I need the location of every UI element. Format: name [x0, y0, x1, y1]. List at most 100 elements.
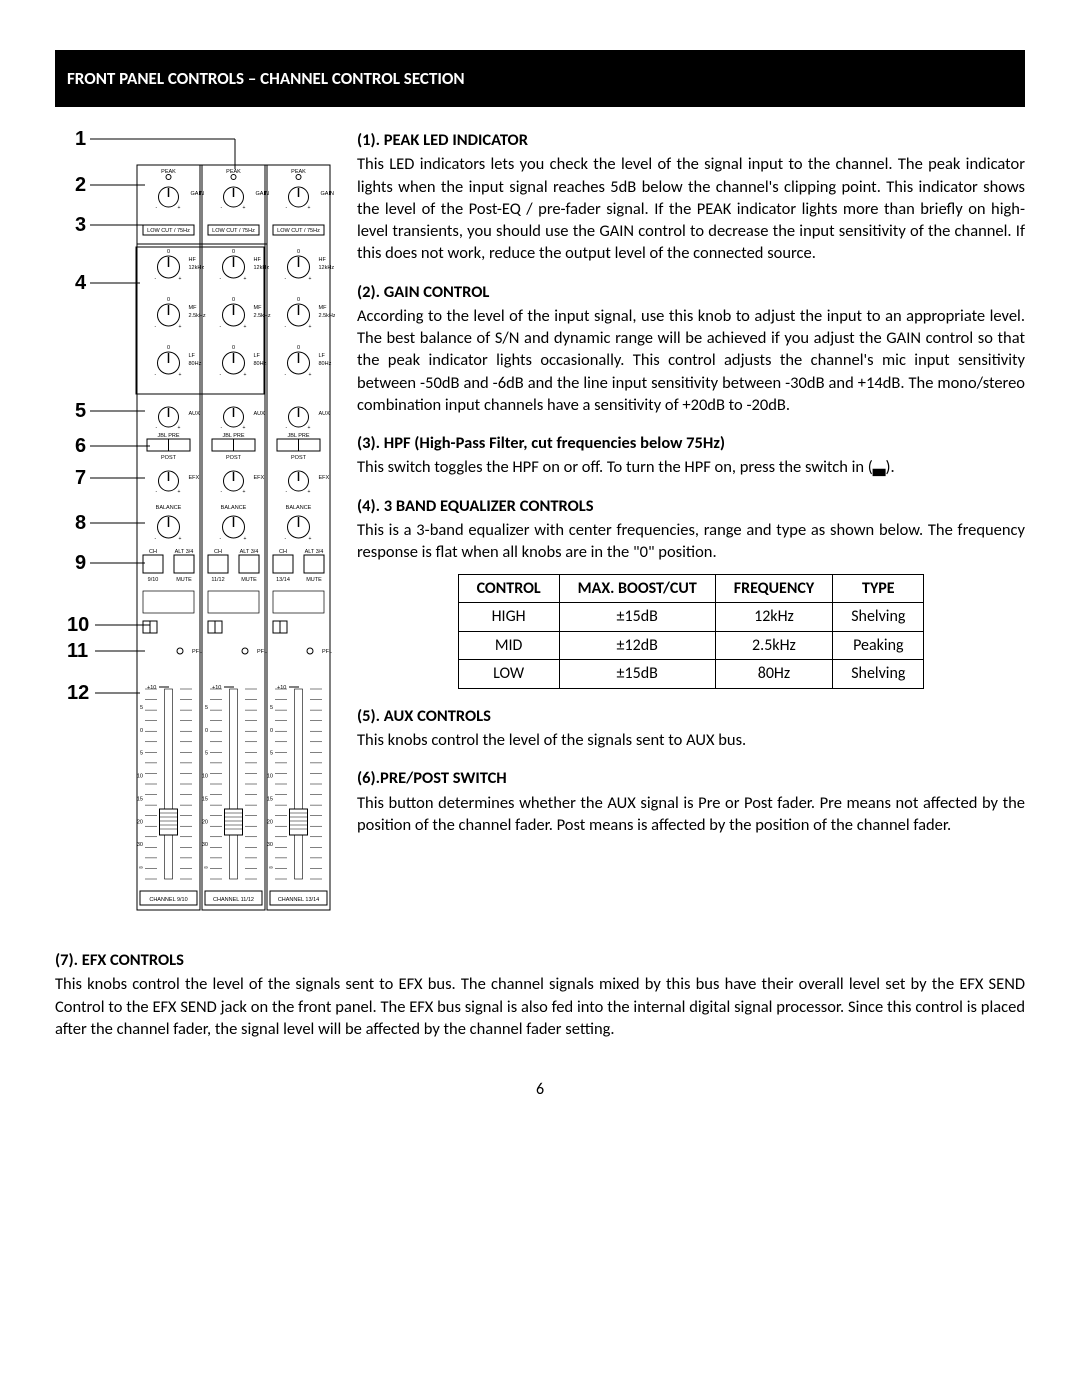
svg-text:+: +: [179, 324, 182, 330]
svg-text:LOW CUT / 75Hz: LOW CUT / 75Hz: [147, 228, 190, 234]
svg-text:5: 5: [140, 751, 143, 757]
svg-text:11/12: 11/12: [211, 577, 224, 583]
svg-text:+: +: [243, 425, 246, 431]
svg-text:+: +: [308, 425, 311, 431]
svg-text:-: -: [220, 372, 222, 378]
svg-text:-: -: [220, 536, 222, 542]
cell: Peaking: [833, 631, 924, 660]
svg-text:12kHz: 12kHz: [189, 265, 205, 271]
svg-text:15: 15: [137, 796, 143, 802]
svg-text:∞: ∞: [139, 865, 143, 871]
svg-text:∞: ∞: [204, 865, 208, 871]
svg-text:+: +: [243, 489, 246, 495]
cell: 2.5kHz: [715, 631, 832, 660]
svg-text:+: +: [308, 205, 311, 211]
svg-text:-: -: [155, 372, 157, 378]
svg-text:0: 0: [232, 249, 235, 255]
svg-text:+: +: [243, 205, 246, 211]
svg-text:0: 0: [297, 345, 300, 351]
svg-text:-: -: [285, 536, 287, 542]
svg-text:PEAK: PEAK: [161, 169, 176, 175]
svg-text:20: 20: [137, 819, 143, 825]
svg-text:EFX: EFX: [189, 475, 200, 481]
svg-text:-: -: [221, 425, 223, 431]
section-3-body: This switch toggles the HPF on or off. T…: [357, 456, 1025, 478]
section-header: FRONT PANEL CONTROLS – CHANNEL CONTROL S…: [55, 50, 1025, 107]
svg-text:HF: HF: [189, 257, 197, 263]
svg-text:2.5kHz: 2.5kHz: [254, 313, 271, 319]
section-5-title: (5). AUX CONTROLS: [357, 705, 1025, 727]
svg-text:12kHz: 12kHz: [254, 265, 270, 271]
svg-text:-: -: [155, 324, 157, 330]
section-5-body: This knobs control the level of the sign…: [357, 729, 1025, 751]
svg-text:10: 10: [137, 774, 143, 780]
svg-text:LF: LF: [319, 353, 326, 359]
page-number: 6: [55, 1080, 1025, 1099]
svg-text:-: -: [156, 205, 158, 211]
svg-text:-: -: [220, 324, 222, 330]
svg-text:+: +: [309, 536, 312, 542]
page: FRONT PANEL CONTROLS – CHANNEL CONTROL S…: [0, 0, 1080, 1139]
svg-text:5: 5: [205, 751, 208, 757]
svg-text:30: 30: [202, 842, 208, 848]
svg-text:2.5kHz: 2.5kHz: [189, 313, 206, 319]
section-4-body: This is a 3-band equalizer with center f…: [357, 519, 1025, 564]
svg-text:POST: POST: [161, 455, 177, 461]
cell: LOW: [458, 660, 559, 689]
callout-10: 10: [67, 614, 89, 636]
svg-text:PEAK: PEAK: [226, 169, 241, 175]
svg-text:ALT 3/4: ALT 3/4: [240, 549, 259, 555]
section-7-body: This knobs control the level of the sign…: [55, 973, 1025, 1040]
svg-text:+: +: [178, 489, 181, 495]
svg-text:0: 0: [167, 345, 170, 351]
callout-4: 4: [75, 272, 87, 294]
cell: Shelving: [833, 603, 924, 632]
svg-text:POST: POST: [291, 455, 307, 461]
svg-text:+: +: [244, 276, 247, 282]
svg-text:CHANNEL 13/14: CHANNEL 13/14: [278, 897, 319, 903]
svg-text:+: +: [309, 372, 312, 378]
section-6-body: This button determines whether the AUX s…: [357, 792, 1025, 837]
svg-text:AUX: AUX: [189, 411, 201, 417]
callout-6: 6: [75, 435, 86, 457]
svg-text:PFL: PFL: [257, 649, 267, 655]
svg-text:PFL: PFL: [192, 649, 202, 655]
section-7-title: (7). EFX CONTROLS: [55, 949, 1025, 971]
svg-text:CHANNEL 9/10: CHANNEL 9/10: [149, 897, 187, 903]
eq-th-freq: FREQUENCY: [715, 574, 832, 603]
svg-text:-: -: [220, 276, 222, 282]
svg-text:+10: +10: [212, 685, 221, 691]
callout-7: 7: [75, 467, 86, 489]
svg-text:15: 15: [267, 796, 273, 802]
svg-text:5: 5: [140, 705, 143, 711]
svg-text:AUX: AUX: [254, 411, 266, 417]
svg-text:0: 0: [232, 345, 235, 351]
svg-text:GAIN: GAIN: [191, 191, 204, 197]
svg-text:CH: CH: [279, 549, 287, 555]
svg-text:5: 5: [205, 705, 208, 711]
cell: MID: [458, 631, 559, 660]
cell: Shelving: [833, 660, 924, 689]
svg-text:CHANNEL 11/12: CHANNEL 11/12: [213, 897, 254, 903]
svg-text:0: 0: [232, 297, 235, 303]
svg-text:+: +: [309, 324, 312, 330]
svg-text:ALT 3/4: ALT 3/4: [305, 549, 324, 555]
svg-text:80Hz: 80Hz: [254, 361, 267, 367]
svg-text:+: +: [309, 276, 312, 282]
svg-text:MF: MF: [189, 305, 198, 311]
svg-text:MUTE: MUTE: [241, 577, 257, 583]
svg-text:+: +: [178, 425, 181, 431]
svg-text:BALANCE: BALANCE: [221, 505, 247, 511]
cell: ±15dB: [559, 603, 715, 632]
cell: 80Hz: [715, 660, 832, 689]
svg-text:+: +: [244, 324, 247, 330]
callout-11: 11: [67, 640, 88, 662]
svg-text:5: 5: [270, 751, 273, 757]
callout-5: 5: [75, 400, 86, 422]
svg-text:LOW CUT / 75Hz: LOW CUT / 75Hz: [277, 228, 320, 234]
callout-8: 8: [75, 512, 86, 534]
svg-text:JBL PRE: JBL PRE: [222, 433, 244, 439]
svg-text:LF: LF: [189, 353, 196, 359]
svg-text:-: -: [285, 372, 287, 378]
svg-text:CH: CH: [149, 549, 157, 555]
